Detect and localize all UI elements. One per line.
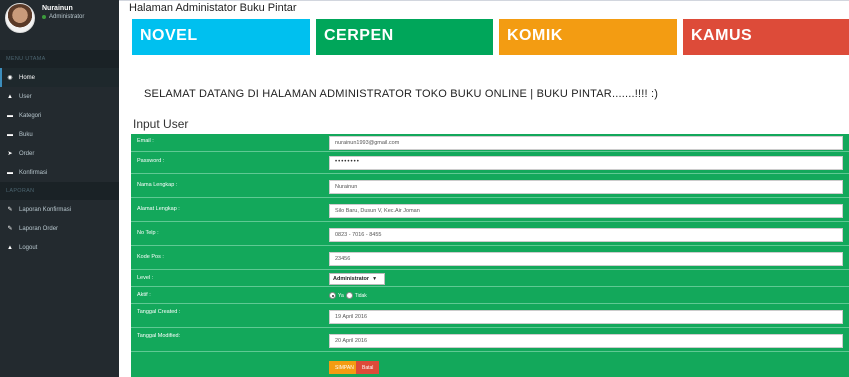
address-field[interactable]: Silo Baru, Dusun V, Kec.Air Joman	[329, 204, 843, 218]
category-novel-button[interactable]: NOVEL	[132, 19, 310, 55]
caret-down-icon: ▼	[372, 276, 378, 282]
row-created: Tanggal Created : 19 April 2016	[131, 304, 849, 328]
edit-icon: ✎	[7, 207, 13, 213]
form-heading: Input User	[133, 117, 189, 131]
phone-label: No Telp :	[137, 230, 159, 236]
email-label: Email :	[137, 138, 154, 144]
sidebar-item-laporan-order[interactable]: ✎ Laporan Order	[0, 219, 119, 238]
sidebar-item-user[interactable]: ▲ User	[0, 87, 119, 106]
sidebar-item-konfirmasi[interactable]: ▬ Konfirmasi	[0, 163, 119, 182]
name-label: Nama Lengkap :	[137, 182, 178, 188]
category-cerpen-button[interactable]: CERPEN	[316, 19, 493, 55]
sidebar: Nurainun Administrator MENU UTAMA ◉ Home…	[0, 0, 119, 377]
active-yes-radio[interactable]	[329, 292, 336, 299]
phone-field[interactable]: 0823 - 7016 - 8455	[329, 228, 843, 242]
section-label-main: MENU UTAMA	[0, 50, 119, 68]
active-no-label: Tidak	[354, 292, 367, 299]
edit-icon: ✎	[7, 226, 13, 232]
online-status-icon	[42, 15, 46, 19]
row-modified: Tanggal Modified: 20 April 2016	[131, 328, 849, 352]
folder-icon: ▬	[7, 131, 13, 138]
page-title: Halaman Administator Buku Pintar	[129, 2, 297, 14]
welcome-message: SELAMAT DATANG DI HALAMAN ADMINISTRATOR …	[144, 88, 659, 100]
input-user-form: Email : nurainun1993@gmail.com Password …	[131, 134, 849, 377]
category-komik-button[interactable]: KOMIK	[499, 19, 677, 55]
section-label-report: LAPORAN	[0, 182, 119, 200]
sidebar-item-kategori[interactable]: ▬ Kategori	[0, 106, 119, 125]
active-yes-label: Ya	[338, 292, 344, 299]
row-address: Alamat Lengkap : Silo Baru, Dusun V, Kec…	[131, 198, 849, 222]
report-menu: ✎ Laporan Konfirmasi ✎ Laporan Order ▲ L…	[0, 200, 119, 257]
row-postal: Kode Pos : 23456	[131, 246, 849, 270]
send-icon: ➤	[7, 151, 13, 157]
row-name: Nama Lengkap : Nurainun	[131, 174, 849, 198]
modified-label: Tanggal Modified:	[137, 333, 181, 339]
sidebar-item-order[interactable]: ➤ Order	[0, 144, 119, 163]
address-label: Alamat Lengkap :	[137, 206, 180, 212]
postal-label: Kode Pos :	[137, 254, 164, 260]
row-phone: No Telp : 0823 - 7016 - 8455	[131, 222, 849, 246]
postal-field[interactable]: 23456	[329, 252, 843, 266]
sidebar-item-laporan-konfirmasi[interactable]: ✎ Laporan Konfirmasi	[0, 200, 119, 219]
row-active: Aktif : Ya Tidak	[131, 287, 849, 304]
sidebar-item-home[interactable]: ◉ Home	[0, 68, 119, 87]
dashboard-icon: ◉	[7, 75, 13, 81]
user-icon: ▲	[7, 244, 13, 251]
level-select[interactable]: Administrator ▼	[329, 273, 385, 285]
row-level: Level : Administrator ▼	[131, 270, 849, 287]
main-content: Halaman Administator Buku Pintar NOVEL C…	[119, 0, 849, 377]
folder-icon: ▬	[7, 112, 13, 119]
created-label: Tanggal Created :	[137, 309, 181, 315]
user-icon: ▲	[7, 93, 13, 100]
sidebar-item-buku[interactable]: ▬ Buku	[0, 125, 119, 144]
avatar	[5, 3, 35, 33]
active-radio-group: Ya Tidak	[329, 292, 369, 299]
user-name: Nurainun	[42, 5, 73, 12]
category-kamus-button[interactable]: KAMUS	[683, 19, 849, 55]
sidebar-item-logout[interactable]: ▲ Logout	[0, 238, 119, 257]
row-email: Email : nurainun1993@gmail.com	[131, 134, 849, 152]
row-password: Password : ••••••••	[131, 152, 849, 174]
folder-icon: ▬	[7, 169, 13, 176]
active-no-radio[interactable]	[345, 292, 353, 299]
password-label: Password :	[137, 158, 165, 164]
cancel-button[interactable]: Batal	[356, 361, 380, 374]
main-menu: ◉ Home ▲ User ▬ Kategori ▬ Buku ➤ Order …	[0, 68, 119, 182]
level-label: Level :	[137, 275, 154, 281]
user-panel: Nurainun Administrator	[0, 0, 119, 50]
active-label: Aktif :	[137, 292, 151, 298]
modified-date-field[interactable]: 20 April 2016	[329, 334, 843, 348]
name-field[interactable]: Nurainun	[329, 180, 843, 194]
user-role: Administrator	[42, 14, 84, 20]
email-field[interactable]: nurainun1993@gmail.com	[329, 136, 843, 150]
password-field[interactable]: ••••••••	[329, 156, 843, 170]
created-date-field[interactable]: 19 April 2016	[329, 310, 843, 324]
